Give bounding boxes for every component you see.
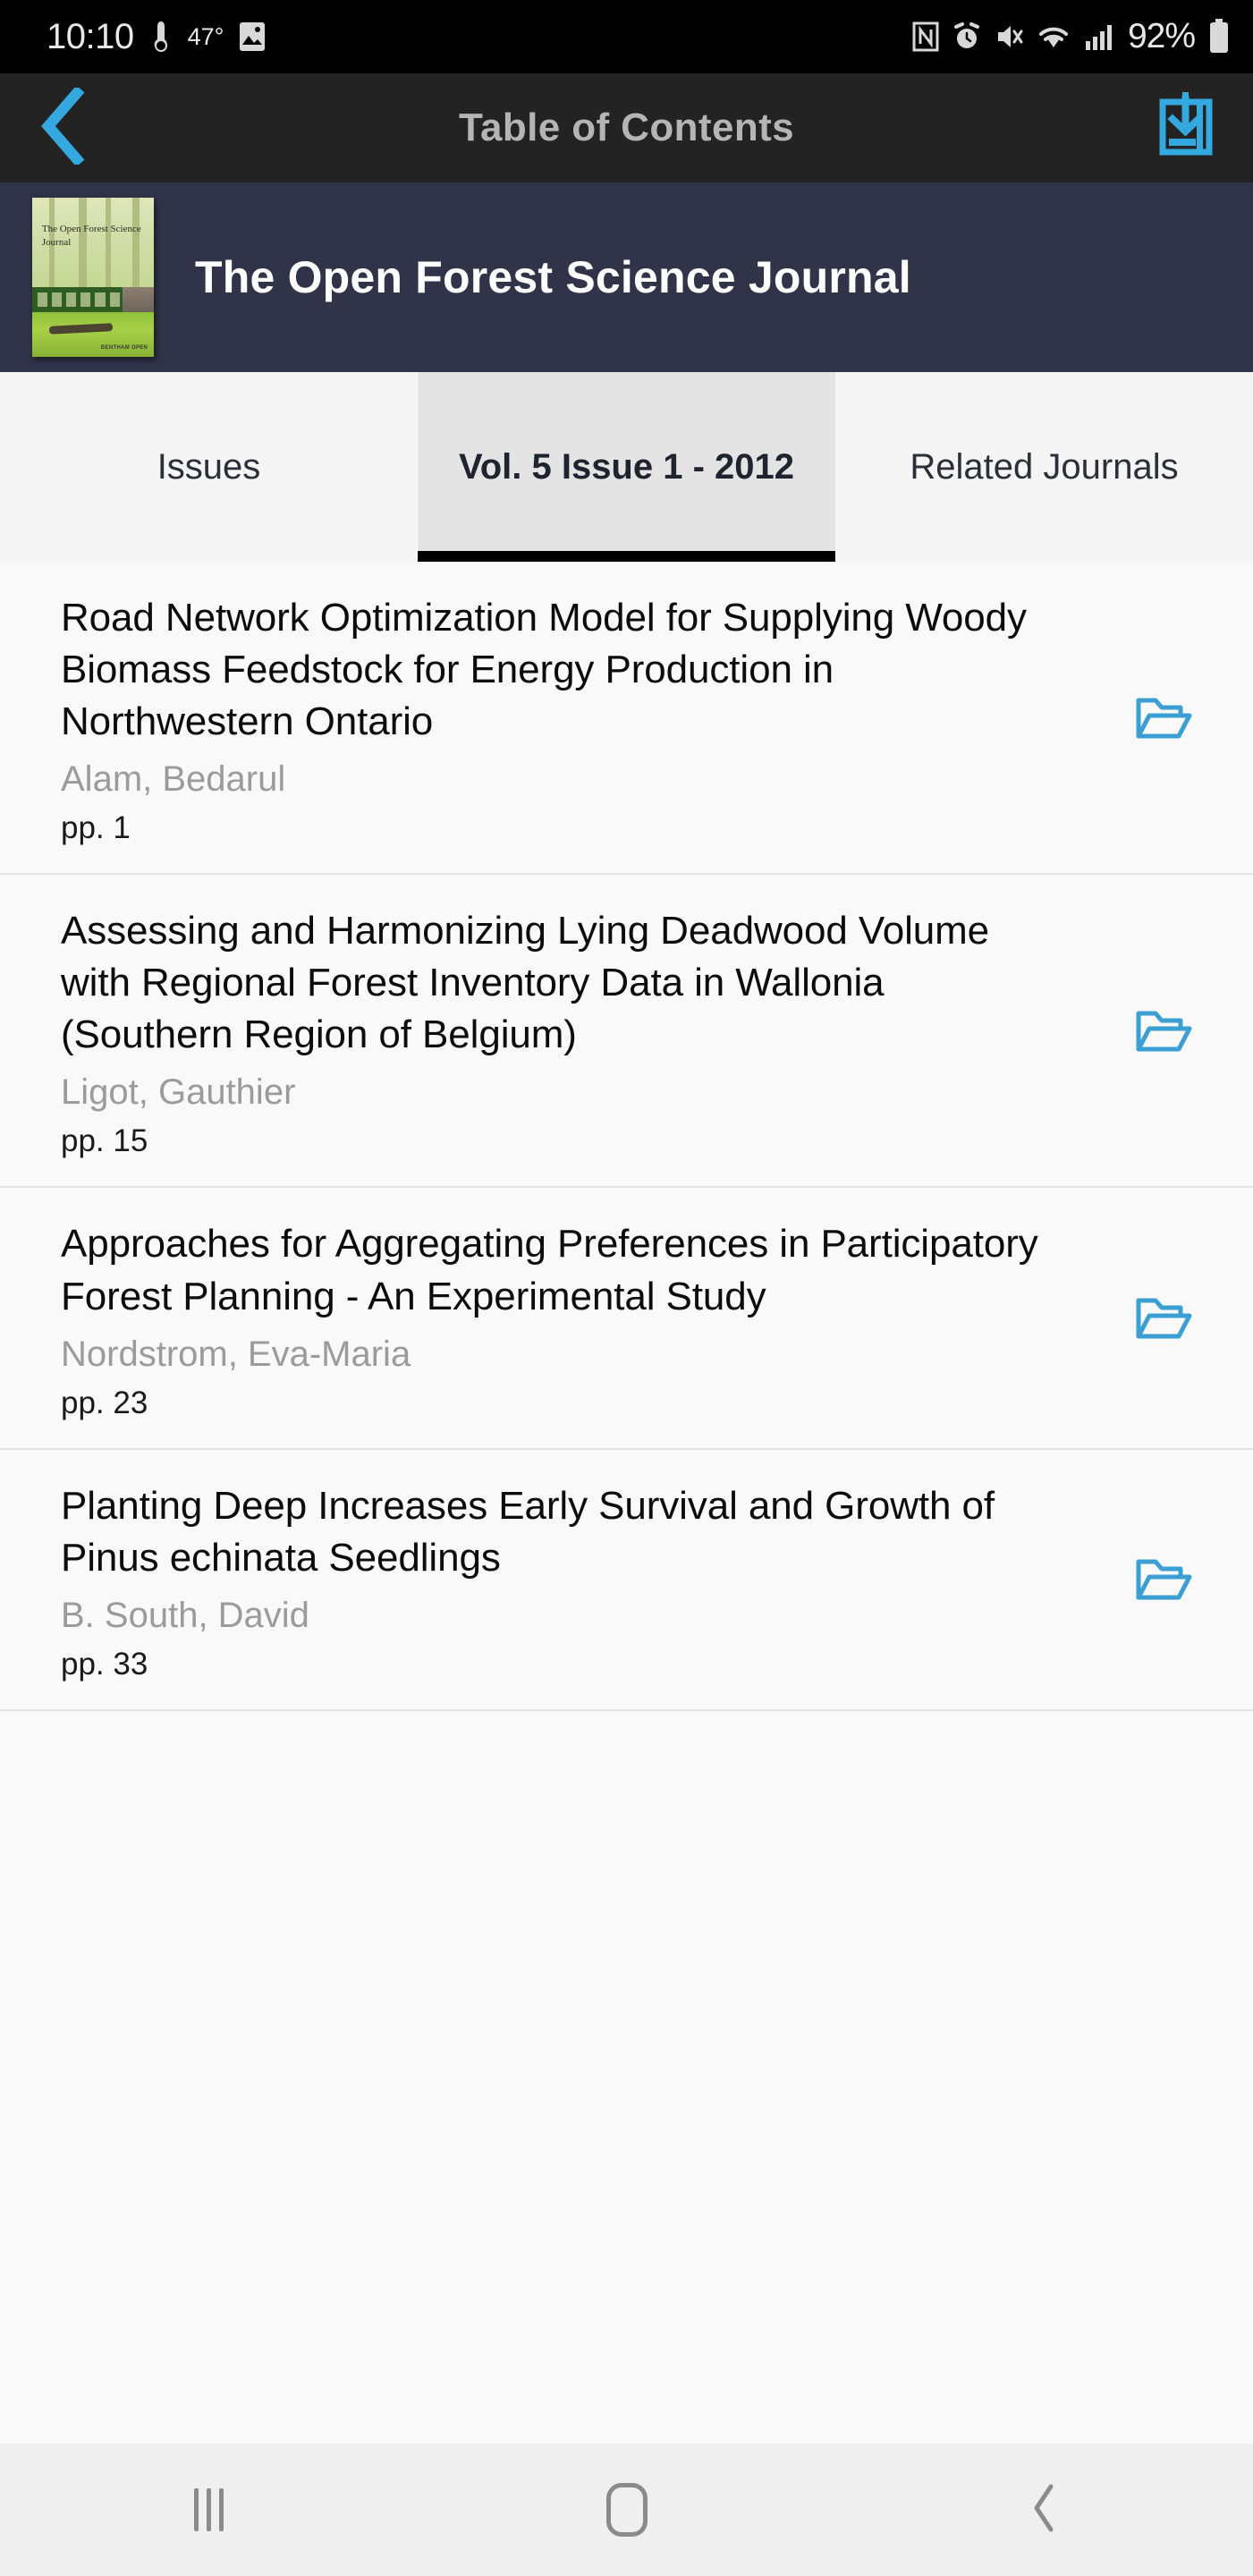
- tab-issues[interactable]: Issues: [0, 372, 418, 562]
- cellular-signal-icon: [1084, 21, 1114, 52]
- list-item[interactable]: Planting Deep Increases Early Survival a…: [0, 1450, 1253, 1711]
- android-nav-bar: [0, 2444, 1253, 2576]
- system-back-button[interactable]: [955, 2444, 1134, 2576]
- list-item[interactable]: Assessing and Harmonizing Lying Deadwood…: [0, 875, 1253, 1189]
- journal-cover-title: The Open Forest Science Journal: [41, 224, 141, 249]
- article-author: Alam, Bedarul: [61, 759, 286, 800]
- status-temperature: 47°: [187, 22, 224, 50]
- back-icon: [1029, 2483, 1060, 2538]
- status-bar: 10:10 47° 92%: [0, 0, 1253, 73]
- journal-cover-image: The Open Forest Science Journal BENTHAM …: [32, 198, 154, 357]
- article-info: Road Network Optimization Model for Supp…: [0, 592, 1074, 846]
- tab-issues-label: Issues: [157, 447, 261, 487]
- tab-volume-issue-label: Vol. 5 Issue 1 - 2012: [458, 447, 795, 487]
- article-pages: pp. 23: [61, 1385, 148, 1420]
- article-info: Planting Deep Increases Early Survival a…: [0, 1480, 1074, 1682]
- open-article-button[interactable]: [1074, 693, 1253, 746]
- list-item[interactable]: Approaches for Aggregating Preferences i…: [0, 1188, 1253, 1450]
- page-title: Table of Contents: [458, 106, 795, 149]
- status-bar-left: 10:10 47°: [47, 17, 266, 57]
- phone-screen: 10:10 47° 92% Table of Contents The Open…: [0, 0, 1253, 2576]
- article-pages: pp. 1: [61, 810, 131, 846]
- article-title: Assessing and Harmonizing Lying Deadwood…: [61, 909, 990, 1057]
- tab-volume-issue[interactable]: Vol. 5 Issue 1 - 2012: [418, 372, 835, 562]
- open-folder-icon: [1134, 693, 1193, 746]
- status-clock: 10:10: [47, 16, 134, 56]
- article-author: B. South, David: [61, 1595, 309, 1635]
- open-folder-icon: [1134, 1006, 1193, 1059]
- article-title: Approaches for Aggregating Preferences i…: [61, 1222, 1038, 1318]
- back-button[interactable]: [0, 73, 125, 182]
- tab-bar: Issues Vol. 5 Issue 1 - 2012 Related Jou…: [0, 372, 1253, 562]
- open-folder-icon: [1134, 1293, 1193, 1346]
- tab-related-journals-label: Related Journals: [910, 447, 1179, 487]
- tab-related-journals[interactable]: Related Journals: [835, 372, 1253, 562]
- battery-icon: [1208, 19, 1230, 55]
- article-pages: pp. 33: [61, 1646, 148, 1682]
- article-title: Planting Deep Increases Early Survival a…: [61, 1483, 995, 1580]
- battery-percentage: 92%: [1127, 17, 1196, 55]
- wifi-icon: [1037, 21, 1071, 52]
- article-title: Road Network Optimization Model for Supp…: [61, 596, 1027, 744]
- save-button[interactable]: [1119, 73, 1253, 182]
- article-author: Ligot, Gauthier: [61, 1072, 296, 1113]
- open-article-button[interactable]: [1074, 1555, 1253, 1607]
- open-article-button[interactable]: [1074, 1293, 1253, 1346]
- alarm-icon: [952, 21, 981, 52]
- recents-icon: [194, 2488, 224, 2531]
- home-icon: [605, 2483, 648, 2537]
- article-author: Nordstrom, Eva-Maria: [61, 1334, 411, 1374]
- open-folder-icon: [1134, 1555, 1193, 1607]
- gallery-image-icon: [239, 21, 266, 52]
- nfc-icon: [912, 21, 939, 52]
- article-pages: pp. 15: [61, 1123, 148, 1159]
- journal-header: The Open Forest Science Journal BENTHAM …: [0, 182, 1253, 372]
- home-button[interactable]: [538, 2444, 716, 2576]
- open-article-button[interactable]: [1074, 1006, 1253, 1059]
- save-download-icon: [1155, 91, 1217, 165]
- article-info: Approaches for Aggregating Preferences i…: [0, 1218, 1074, 1420]
- back-chevron-icon: [36, 85, 89, 169]
- list-item[interactable]: Road Network Optimization Model for Supp…: [0, 562, 1253, 876]
- weather-thermometer-icon: [149, 20, 173, 54]
- status-bar-right: 92%: [912, 17, 1230, 56]
- journal-title: The Open Forest Science Journal: [195, 252, 911, 302]
- recents-button[interactable]: [120, 2444, 299, 2576]
- app-bar: Table of Contents: [0, 73, 1253, 182]
- article-list[interactable]: Road Network Optimization Model for Supp…: [0, 562, 1253, 2444]
- article-info: Assessing and Harmonizing Lying Deadwood…: [0, 905, 1074, 1159]
- journal-cover-publisher: BENTHAM OPEN: [100, 344, 148, 351]
- vibrate-mute-icon: [995, 21, 1023, 52]
